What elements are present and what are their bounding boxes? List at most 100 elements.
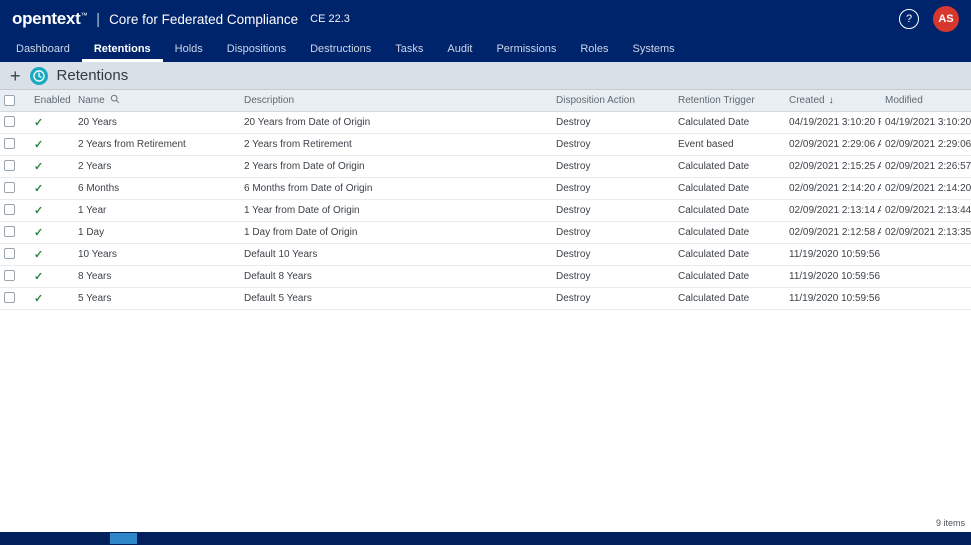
cell-created: 02/09/2021 2:29:06 AM bbox=[785, 133, 881, 155]
opentext-logo: opentext™ bbox=[12, 9, 87, 29]
table-row[interactable]: ✓1 Year1 Year from Date of OriginDestroy… bbox=[0, 199, 971, 221]
row-checkbox[interactable] bbox=[4, 138, 15, 149]
cell-disposition-action: Destroy bbox=[552, 133, 674, 155]
table-header: Enabled Name Description Disposition Act… bbox=[0, 90, 971, 111]
row-checkbox[interactable] bbox=[4, 270, 15, 281]
nav-item-audit[interactable]: Audit bbox=[435, 38, 484, 62]
nav-item-permissions[interactable]: Permissions bbox=[484, 38, 568, 62]
enabled-check-icon: ✓ bbox=[34, 227, 43, 239]
row-checkbox-cell bbox=[0, 243, 30, 265]
cell-name[interactable]: 1 Day bbox=[74, 221, 240, 243]
add-button[interactable]: + bbox=[10, 67, 21, 85]
nav-item-dashboard[interactable]: Dashboard bbox=[4, 38, 82, 62]
app-version: CE 22.3 bbox=[310, 13, 350, 25]
scrollbar-thumb[interactable] bbox=[110, 533, 137, 544]
cell-retention-trigger: Calculated Date bbox=[674, 111, 785, 133]
toolbar: + Retentions bbox=[0, 62, 971, 90]
cell-name[interactable]: 8 Years bbox=[74, 265, 240, 287]
cell-name[interactable]: 2 Years bbox=[74, 155, 240, 177]
cell-enabled: ✓ bbox=[30, 265, 74, 287]
row-checkbox-cell bbox=[0, 133, 30, 155]
enabled-check-icon: ✓ bbox=[34, 117, 43, 129]
cell-enabled: ✓ bbox=[30, 199, 74, 221]
cell-name[interactable]: 5 Years bbox=[74, 287, 240, 309]
row-checkbox-cell bbox=[0, 177, 30, 199]
cell-created: 02/09/2021 2:13:14 AM bbox=[785, 199, 881, 221]
horizontal-scrollbar[interactable] bbox=[0, 532, 971, 545]
cell-disposition-action: Destroy bbox=[552, 111, 674, 133]
enabled-check-icon: ✓ bbox=[34, 183, 43, 195]
column-header-name[interactable]: Name bbox=[74, 90, 240, 111]
table-row[interactable]: ✓2 Years2 Years from Date of OriginDestr… bbox=[0, 155, 971, 177]
select-all-checkbox[interactable] bbox=[4, 95, 15, 106]
nav-item-systems[interactable]: Systems bbox=[620, 38, 686, 62]
cell-name[interactable]: 10 Years bbox=[74, 243, 240, 265]
table-row[interactable]: ✓8 YearsDefault 8 YearsDestroyCalculated… bbox=[0, 265, 971, 287]
cell-modified bbox=[881, 265, 971, 287]
nav-item-tasks[interactable]: Tasks bbox=[383, 38, 435, 62]
avatar-initials: AS bbox=[938, 13, 953, 25]
table-row[interactable]: ✓ 20 Years20 Years from Date of OriginDes… bbox=[0, 111, 971, 133]
cell-enabled: ✓ bbox=[30, 287, 74, 309]
cell-name[interactable]: 20 Years bbox=[74, 111, 240, 133]
cell-retention-trigger: Calculated Date bbox=[674, 243, 785, 265]
cell-modified: 02/09/2021 2:26:57 AM bbox=[881, 155, 971, 177]
table-row[interactable]: ✓1 Day1 Day from Date of OriginDestroyCa… bbox=[0, 221, 971, 243]
trademark-symbol: ™ bbox=[80, 12, 87, 19]
row-checkbox-cell bbox=[0, 221, 30, 243]
cell-created: 02/09/2021 2:14:20 AM bbox=[785, 177, 881, 199]
column-header-disposition-action[interactable]: Disposition Action bbox=[552, 90, 674, 111]
cell-description: 1 Year from Date of Origin bbox=[240, 199, 552, 221]
row-checkbox[interactable] bbox=[4, 116, 15, 127]
row-checkbox[interactable] bbox=[4, 182, 15, 193]
enabled-check-icon: ✓ bbox=[34, 161, 43, 173]
cell-description: Default 8 Years bbox=[240, 265, 552, 287]
table-row[interactable]: ✓10 YearsDefault 10 YearsDestroyCalculat… bbox=[0, 243, 971, 265]
nav-item-holds[interactable]: Holds bbox=[163, 38, 215, 62]
row-checkbox[interactable] bbox=[4, 292, 15, 303]
table-row[interactable]: ✓5 YearsDefault 5 YearsDestroyCalculated… bbox=[0, 287, 971, 309]
column-header-retention-trigger[interactable]: Retention Trigger bbox=[674, 90, 785, 111]
cell-disposition-action: Destroy bbox=[552, 287, 674, 309]
app-title: Core for Federated Compliance bbox=[109, 12, 298, 27]
page-title: Retentions bbox=[57, 67, 129, 84]
cell-retention-trigger: Calculated Date bbox=[674, 265, 785, 287]
column-header-description[interactable]: Description bbox=[240, 90, 552, 111]
column-header-enabled[interactable]: Enabled bbox=[30, 90, 74, 111]
question-mark-icon: ? bbox=[906, 13, 912, 25]
user-avatar[interactable]: AS bbox=[933, 6, 959, 32]
nav-item-retentions[interactable]: Retentions bbox=[82, 38, 163, 62]
cell-name[interactable]: 6 Months bbox=[74, 177, 240, 199]
app-window: opentext™ | Core for Federated Complianc… bbox=[0, 0, 971, 545]
table-row[interactable]: ✓6 Months6 Months from Date of OriginDes… bbox=[0, 177, 971, 199]
cell-description: 2 Years from Retirement bbox=[240, 133, 552, 155]
nav-item-roles[interactable]: Roles bbox=[568, 38, 620, 62]
cell-retention-trigger: Calculated Date bbox=[674, 155, 785, 177]
help-button[interactable]: ? bbox=[899, 9, 919, 29]
row-checkbox[interactable] bbox=[4, 204, 15, 215]
table-row[interactable]: ✓2 Years from Retirement2 Years from Ret… bbox=[0, 133, 971, 155]
nav-item-destructions[interactable]: Destructions bbox=[298, 38, 383, 62]
column-header-modified[interactable]: Modified bbox=[881, 90, 971, 111]
cell-name[interactable]: 1 Year bbox=[74, 199, 240, 221]
cell-name[interactable]: 2 Years from Retirement bbox=[74, 133, 240, 155]
enabled-check-icon: ✓ bbox=[34, 205, 43, 217]
row-checkbox[interactable] bbox=[4, 226, 15, 237]
app-header: opentext™ | Core for Federated Complianc… bbox=[0, 0, 971, 38]
nav-item-dispositions[interactable]: Dispositions bbox=[215, 38, 298, 62]
cell-retention-trigger: Calculated Date bbox=[674, 177, 785, 199]
header-checkbox-cell bbox=[0, 90, 30, 111]
cell-enabled: ✓ bbox=[30, 177, 74, 199]
row-checkbox[interactable] bbox=[4, 248, 15, 259]
sort-descending-icon[interactable]: ↓ bbox=[829, 95, 834, 106]
cell-retention-trigger: Calculated Date bbox=[674, 221, 785, 243]
cell-created: 11/19/2020 10:59:56 AM bbox=[785, 265, 881, 287]
column-header-created[interactable]: Created↓ bbox=[785, 90, 881, 111]
nav-bar: DashboardRetentionsHoldsDispositionsDest… bbox=[0, 38, 971, 62]
row-checkbox-cell bbox=[0, 265, 30, 287]
cell-enabled: ✓ bbox=[30, 221, 74, 243]
row-checkbox[interactable] bbox=[4, 160, 15, 171]
cell-modified bbox=[881, 287, 971, 309]
cell-description: 20 Years from Date of Origin bbox=[240, 111, 552, 133]
search-icon[interactable] bbox=[110, 94, 120, 104]
